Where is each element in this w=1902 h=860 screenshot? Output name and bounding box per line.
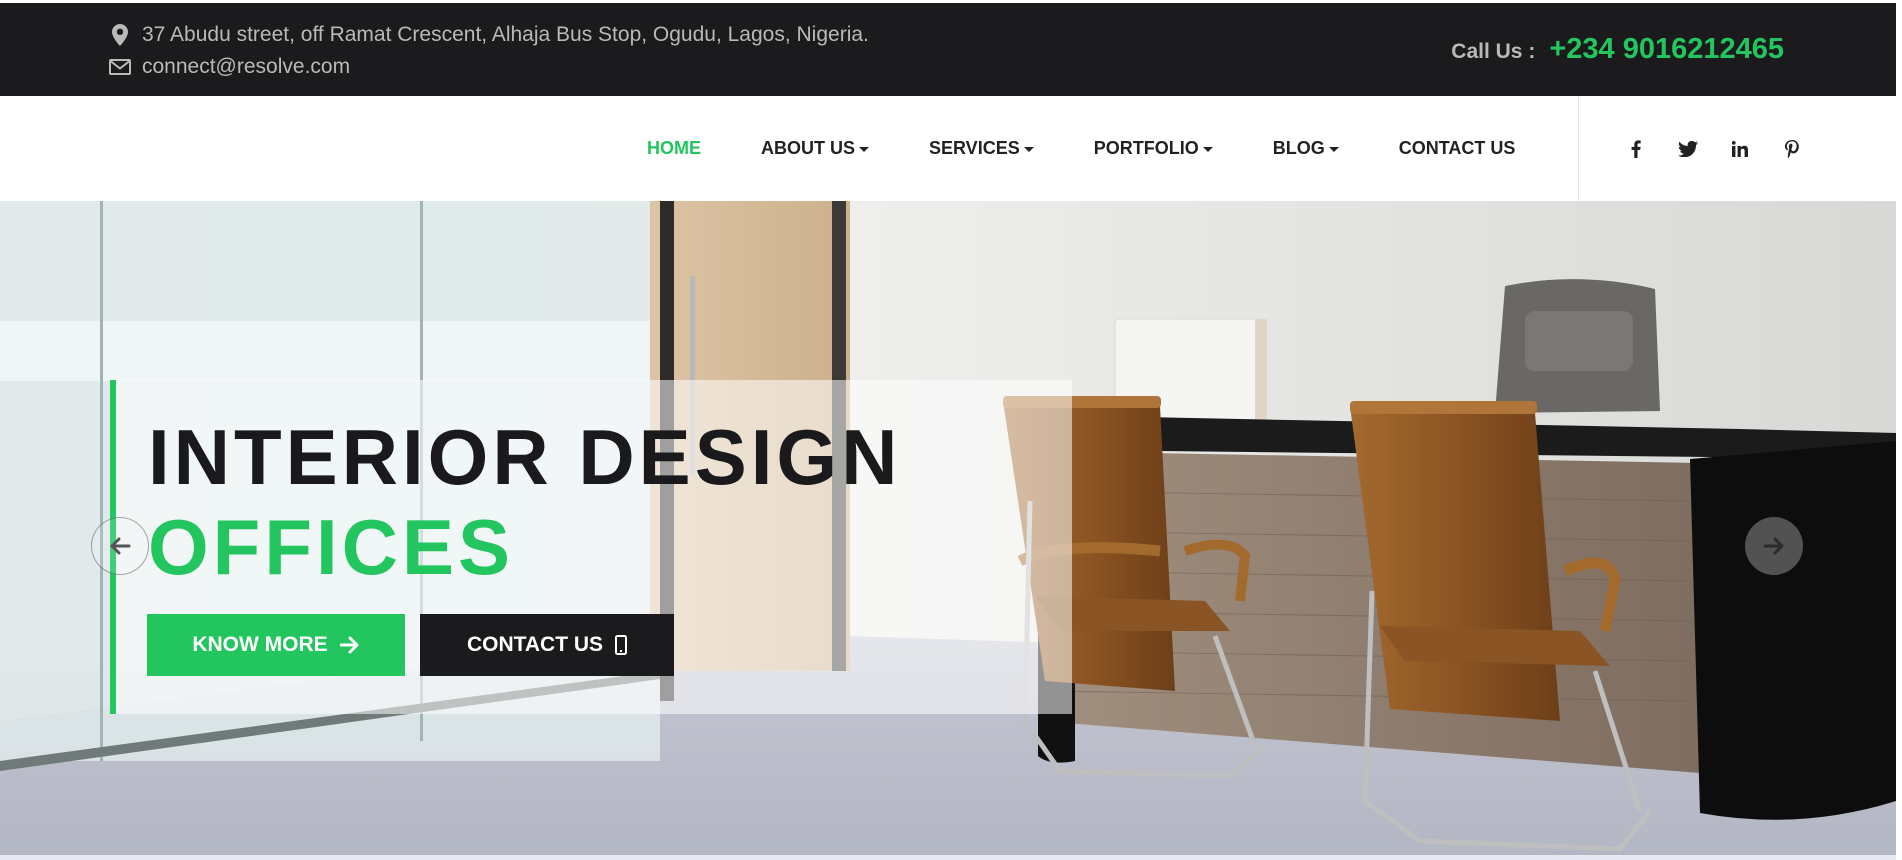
nav-item-label: CONTACT US (1398, 138, 1516, 158)
envelope-icon (108, 55, 132, 79)
nav-item-label: SERVICES (929, 138, 1020, 158)
email-line[interactable]: connect@resolve.com (108, 55, 350, 79)
know-more-button[interactable]: KNOW MORE (147, 614, 405, 676)
know-more-label: KNOW MORE (192, 633, 328, 656)
map-marker-icon (108, 23, 132, 47)
nav-item-portfolio[interactable]: PORTFOLIO (1094, 138, 1213, 159)
hero-bottom-border (0, 855, 1902, 860)
facebook-icon[interactable] (1610, 134, 1662, 164)
slider-next-button[interactable] (1745, 517, 1803, 575)
nav-item-about-us[interactable]: ABOUT US (761, 138, 869, 159)
call-label: Call Us : (1451, 40, 1536, 63)
contact-us-label: CONTACT US (466, 633, 604, 656)
caret-down-icon (1328, 147, 1339, 152)
address-line: 37 Abudu street, off Ramat Crescent, Alh… (108, 23, 869, 47)
email-link[interactable]: connect@resolve.com (142, 55, 350, 79)
hero-caption: INTERIOR DESIGN OFFICES KNOW MORE CONTAC… (110, 380, 1072, 714)
arrow-right-icon (1763, 537, 1785, 555)
phone-number-link[interactable]: +234 9016212465 (1549, 33, 1784, 66)
page: 37 Abudu street, off Ramat Crescent, Alh… (0, 0, 1902, 860)
nav-item-label: ABOUT US (761, 138, 855, 158)
arrow-left-icon (109, 537, 131, 555)
address-text: 37 Abudu street, off Ramat Crescent, Alh… (142, 23, 869, 46)
hero-title-line1: INTERIOR DESIGN (148, 413, 902, 501)
nav-item-blog[interactable]: BLOG (1273, 138, 1339, 159)
caret-down-icon (1023, 147, 1034, 152)
slider-prev-button[interactable] (91, 517, 149, 575)
twitter-icon[interactable] (1662, 134, 1714, 164)
caret-down-icon (1202, 147, 1213, 152)
nav-divider (1578, 96, 1579, 201)
hero-title-line2: OFFICES (148, 503, 515, 591)
mobile-phone-icon (615, 635, 628, 655)
nav-item-label: BLOG (1272, 138, 1325, 158)
caret-down-icon (859, 147, 869, 152)
nav-item-label: HOME (647, 138, 701, 158)
hero-slider: INTERIOR DESIGN OFFICES KNOW MORE CONTAC… (0, 201, 1896, 857)
linkedin-icon[interactable] (1714, 134, 1766, 164)
nav-item-home[interactable]: HOME (647, 138, 701, 159)
contact-us-button[interactable]: CONTACT US (420, 614, 674, 676)
pinterest-icon[interactable] (1766, 134, 1818, 164)
nav-item-services[interactable]: SERVICES (929, 138, 1034, 159)
nav-item-label: PORTFOLIO (1093, 138, 1199, 158)
call-us: Call Us : +234 9016212465 (1451, 33, 1784, 66)
page-right-edge (1896, 0, 1902, 860)
nav-item-contact-us[interactable]: CONTACT US (1399, 138, 1516, 159)
top-info-bar: 37 Abudu street, off Ramat Crescent, Alh… (0, 3, 1896, 96)
nav-menu: HOME ABOUT US SERVICES PORTFOLIO BLOG CO… (647, 96, 1515, 201)
arrow-right-icon (339, 636, 360, 654)
main-navbar: HOME ABOUT US SERVICES PORTFOLIO BLOG CO… (0, 96, 1896, 201)
social-links (1610, 96, 1818, 201)
